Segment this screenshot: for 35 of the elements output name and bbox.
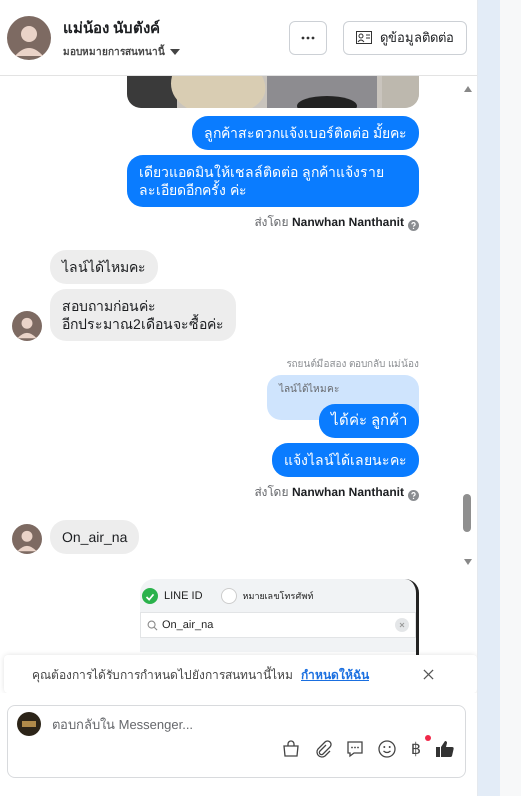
- scrollbar-thumb[interactable]: [463, 494, 471, 532]
- outgoing-message: ลูกค้าสะดวกแจ้งเบอร์ติดต่อ มั้ยคะ: [192, 116, 419, 150]
- incoming-message: ไลน์ได้ไหมคะ: [50, 250, 158, 284]
- avatar: [7, 16, 51, 60]
- page-avatar: [17, 712, 41, 736]
- caret-icon: [170, 48, 180, 54]
- shopping-bag-icon[interactable]: [280, 739, 301, 759]
- scroll-down-icon[interactable]: [464, 559, 472, 565]
- outgoing-message: เดียวแอดมินให้เชลล์ติดต่อ ลูกค้าแจ้งราย ละเอียดอีกครั้ง ค่ะ: [127, 155, 419, 207]
- assign-to-me-link[interactable]: กำหนดให้ฉัน: [301, 664, 369, 684]
- chat-icon[interactable]: [344, 739, 365, 759]
- sent-by-label: ส่งโดย Nanwhan Nanthanit: [254, 484, 404, 501]
- scroll-up-icon[interactable]: [464, 86, 472, 92]
- search-icon: [147, 620, 158, 630]
- more-icon: [301, 36, 315, 40]
- contact-card-icon: [356, 31, 372, 44]
- option-label: หมายเลขโทรศัพท์: [242, 590, 314, 603]
- close-icon[interactable]: [423, 668, 434, 680]
- assign-dropdown[interactable]: มอบหมายการสนทนานี้: [63, 44, 289, 59]
- outgoing-message: ได้ค่ะ ลูกค้า: [318, 404, 419, 438]
- reply-context: รถยนต์มือสอง ตอบกลับ แม่น้อง: [286, 357, 419, 371]
- banner-text: คุณต้องการได้รับการกำหนดไปยังการสนทนานี้ไหม: [32, 665, 293, 684]
- outgoing-message: แจ้งไลน์ได้เลยนะคะ: [272, 443, 419, 477]
- incoming-message: สอบถามก่อนค่ะ อีกประมาณ2เดือนจะซื้อค่ะ: [50, 289, 236, 341]
- sent-by-label: ส่งโดย Nanwhan Nanthanit: [254, 214, 404, 231]
- clear-icon: [395, 618, 409, 632]
- incoming-message: On_air_na: [50, 520, 140, 554]
- help-icon[interactable]: [408, 490, 419, 501]
- emoji-icon[interactable]: [376, 739, 397, 759]
- contact-info-button[interactable]: ดูข้อมูลติดต่อ: [343, 20, 467, 54]
- help-icon[interactable]: [408, 220, 419, 231]
- payment-button[interactable]: ฿: [408, 739, 423, 759]
- thumbs-up-icon[interactable]: [435, 739, 455, 759]
- contact-name: แม่น้อง นับตังค์: [63, 18, 162, 39]
- option-label: LINE ID: [164, 590, 203, 602]
